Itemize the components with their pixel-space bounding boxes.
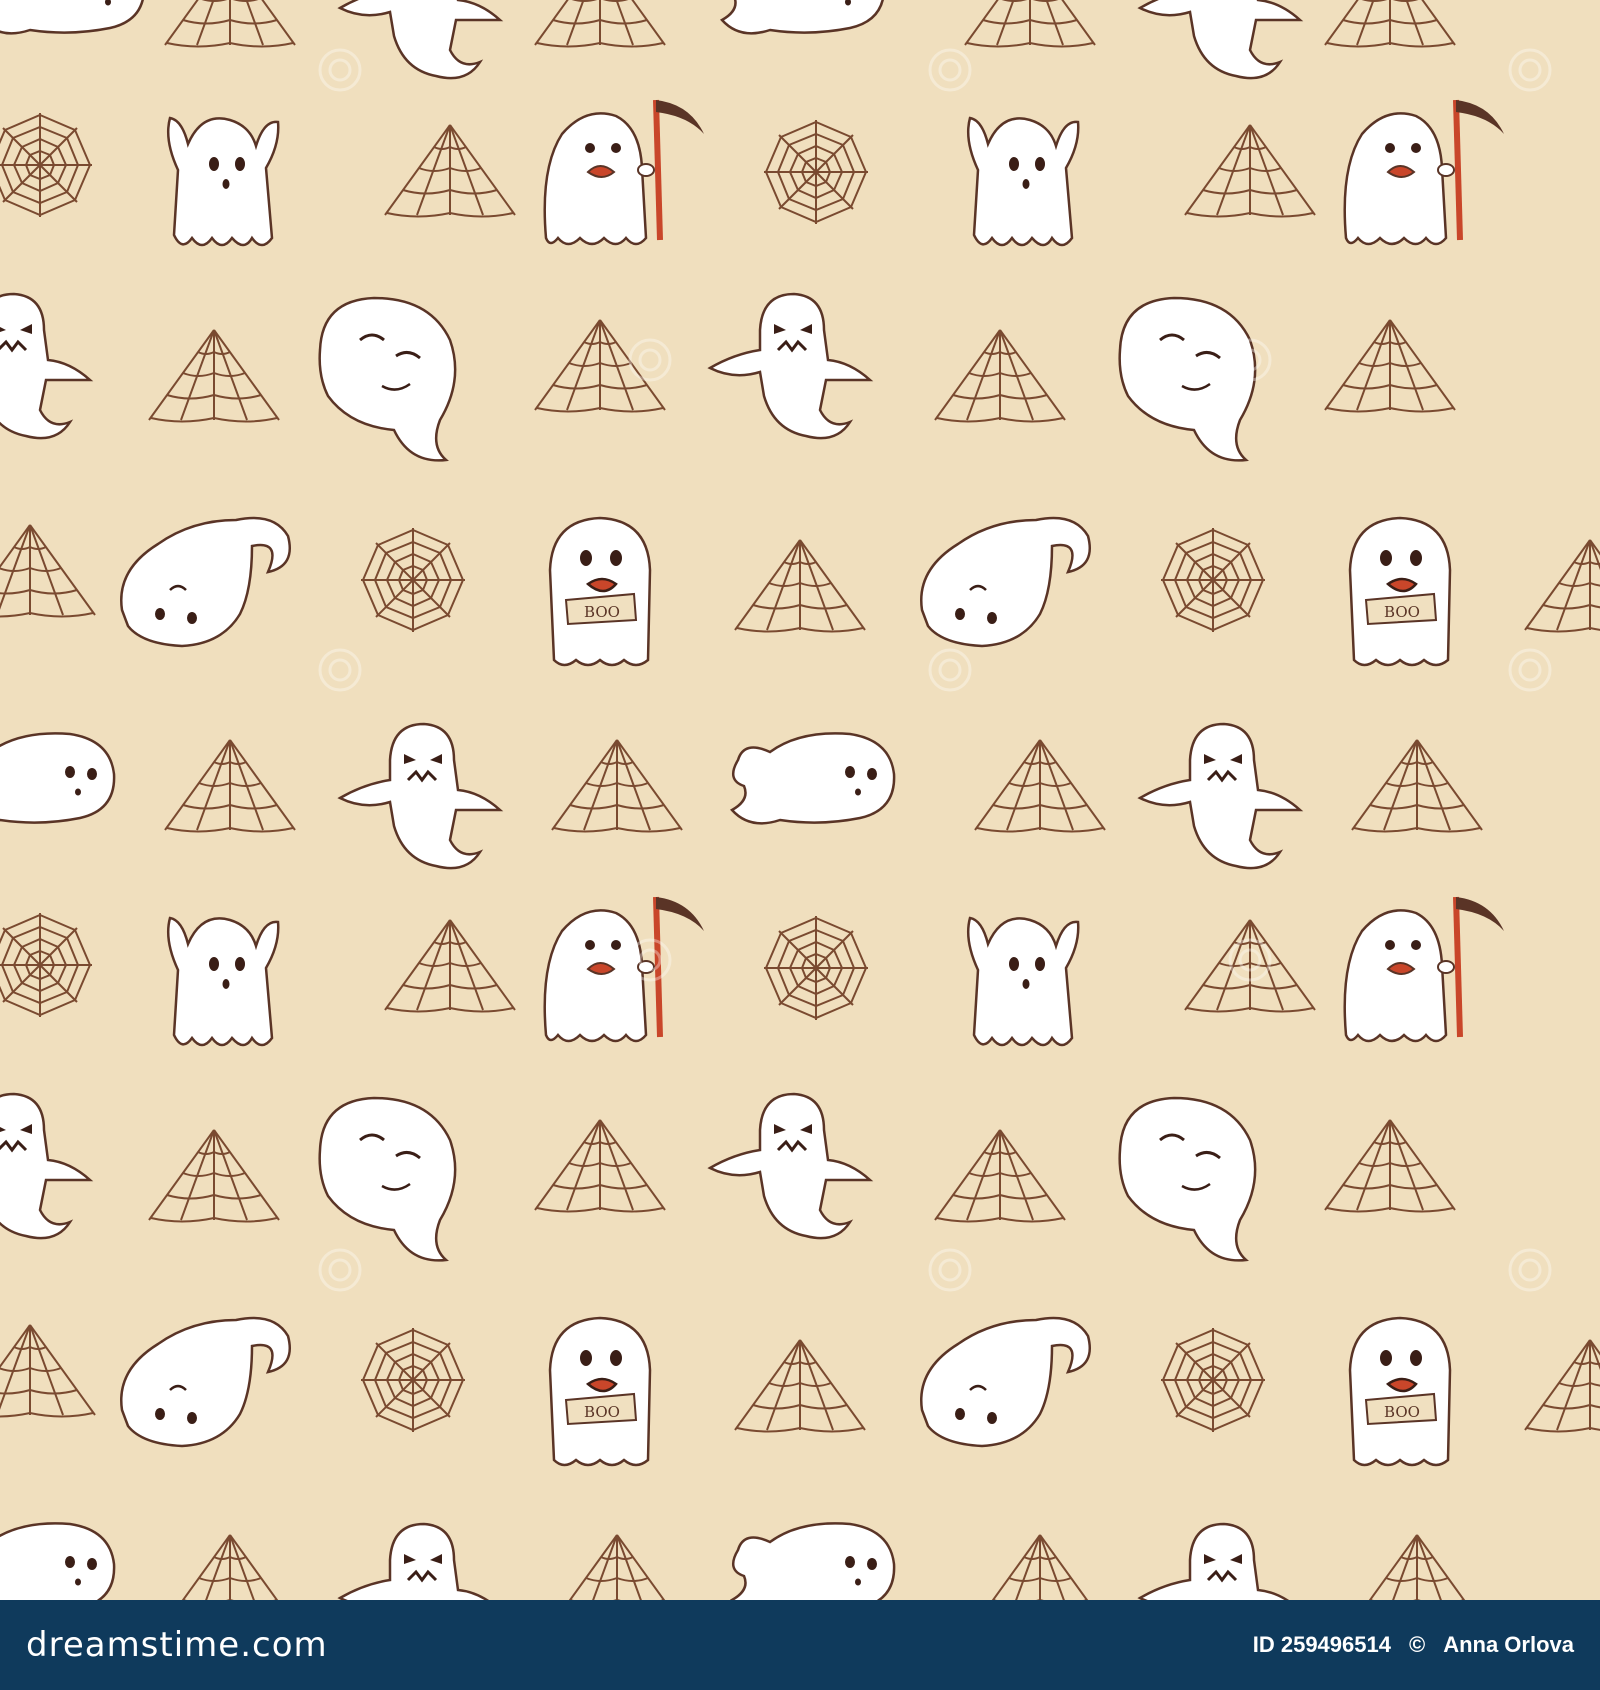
ghost-boo-sign-icon [1348,1316,1452,1467]
stock-footer-bar: dreamstime.com ID 259496514 © Anna Orlov… [0,1600,1600,1690]
author-name[interactable]: Anna Orlova [1443,1632,1574,1658]
ghost-raised-arms-icon [966,116,1080,247]
ghost-flying-icon [730,732,896,825]
ghost-flying-icon [0,732,116,825]
ghost-boo-sign-icon [1348,516,1452,667]
ghost-raised-arms-icon [166,116,280,247]
spider-web-icon [763,119,869,225]
spider-web-icon [360,1327,466,1433]
halloween-ghost-pattern: BOO [0,0,1600,1600]
ghost-raised-arms-icon [166,916,280,1047]
brand-logo[interactable]: dreamstime.com [26,1625,328,1665]
image-id: ID 259496514 [1252,1632,1391,1657]
spider-web-icon [360,527,466,633]
spider-web-icon [1160,527,1266,633]
ghost-flying-icon [0,1522,116,1600]
copyright-symbol: © [1408,1632,1426,1657]
ghost-boo-sign-icon [548,1316,652,1467]
spider-web-icon [1160,1327,1266,1433]
spider-web-icon [763,915,869,1021]
image-credit: ID 259496514 © Anna Orlova [1253,1632,1574,1658]
ghost-raised-arms-icon [966,916,1080,1047]
ghost-boo-sign-icon [548,516,652,667]
